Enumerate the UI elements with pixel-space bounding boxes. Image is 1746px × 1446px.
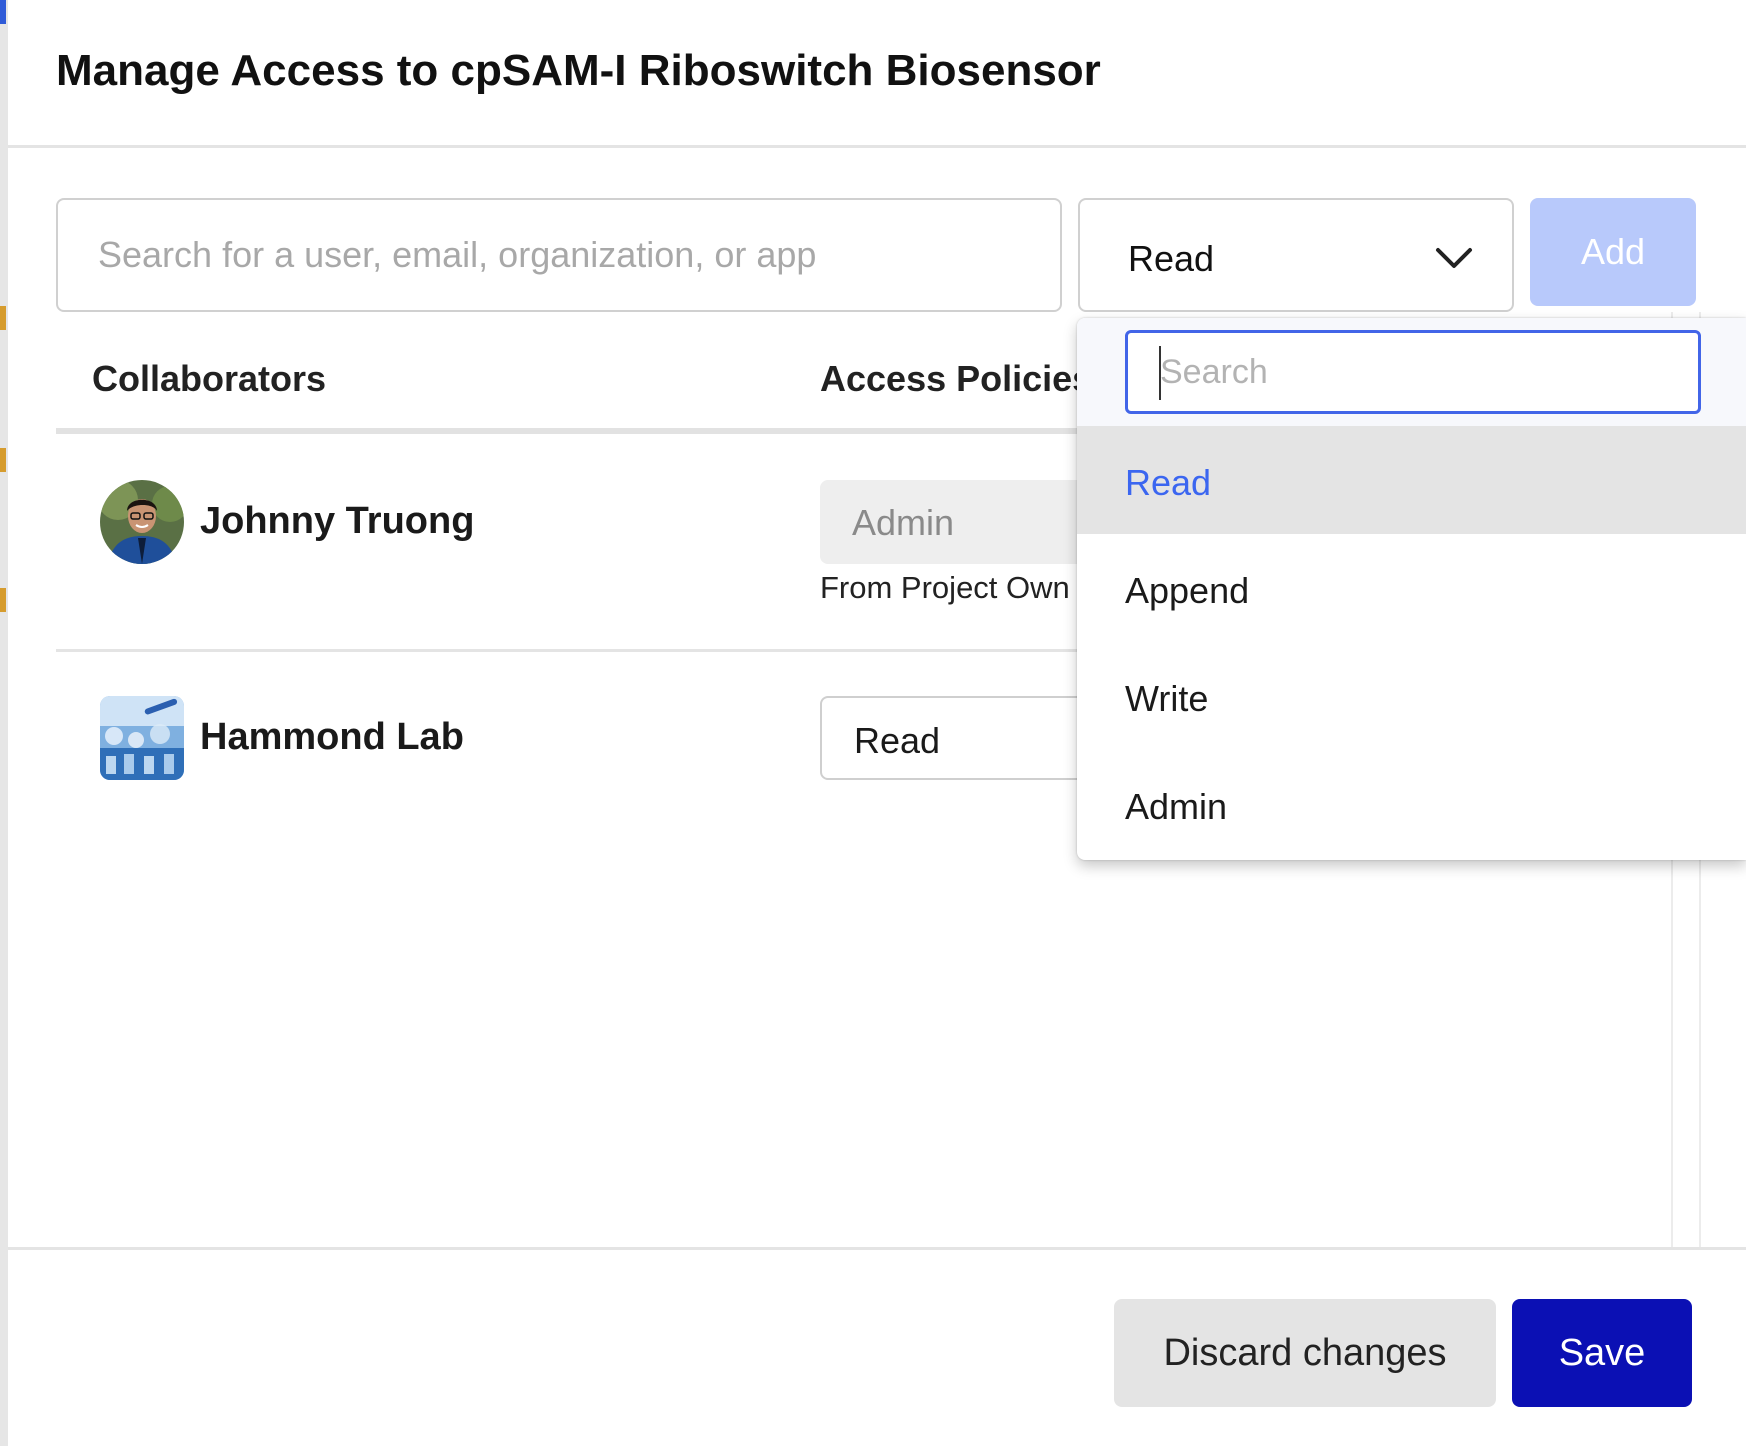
collaborators-header: Collaborators — [92, 358, 327, 399]
role-dropdown-menu: Read Append Write Admin — [1077, 318, 1746, 860]
dropdown-search-input[interactable] — [1125, 330, 1701, 414]
background-accent — [0, 0, 6, 24]
avatar — [100, 480, 184, 564]
access-policy-value: Admin — [852, 502, 955, 543]
dropdown-option-label: Write — [1125, 678, 1209, 719]
dropdown-option-label: Admin — [1125, 786, 1228, 827]
dropdown-option-label: Append — [1125, 570, 1250, 611]
background-accent — [0, 588, 6, 612]
dropdown-option-admin[interactable]: Admin — [1077, 750, 1746, 858]
user-avatar-icon — [100, 480, 184, 564]
dropdown-search-area — [1077, 318, 1746, 426]
add-button[interactable]: Add — [1530, 198, 1696, 306]
dialog-header: Manage Access to cpSAM-I Riboswitch Bios… — [8, 0, 1746, 148]
dropdown-option-label: Read — [1125, 462, 1212, 503]
access-policy-select-disabled: Admin — [820, 480, 1120, 564]
background-accent — [0, 448, 6, 472]
dialog-footer: Discard changes Save — [8, 1247, 1746, 1446]
collaborator-search-input[interactable] — [56, 198, 1062, 312]
collaborator-name: Hammond Lab — [200, 716, 464, 758]
dialog-title: Manage Access to cpSAM-I Riboswitch Bios… — [56, 46, 1101, 95]
dropdown-option-append[interactable]: Append — [1077, 534, 1746, 642]
chevron-down-icon — [1436, 248, 1472, 268]
dropdown-option-write[interactable]: Write — [1077, 642, 1746, 750]
role-select-value: Read — [1128, 238, 1215, 279]
avatar — [100, 696, 184, 780]
collaborator-name: Johnny Truong — [200, 500, 475, 542]
access-policy-value: Read — [854, 720, 941, 761]
dropdown-option-read[interactable]: Read — [1077, 426, 1746, 534]
discard-changes-button[interactable]: Discard changes — [1114, 1299, 1496, 1407]
background-accent — [0, 306, 6, 330]
access-policy-select[interactable]: Read — [820, 696, 1120, 780]
save-button[interactable]: Save — [1512, 1299, 1692, 1407]
org-avatar-icon — [100, 696, 184, 780]
background-app-edge — [0, 0, 8, 1446]
text-cursor — [1159, 346, 1161, 400]
access-policies-header: Access Policies — [820, 358, 1093, 399]
role-select[interactable]: Read — [1078, 198, 1514, 312]
policy-source-note: From Project Own — [820, 570, 1070, 605]
